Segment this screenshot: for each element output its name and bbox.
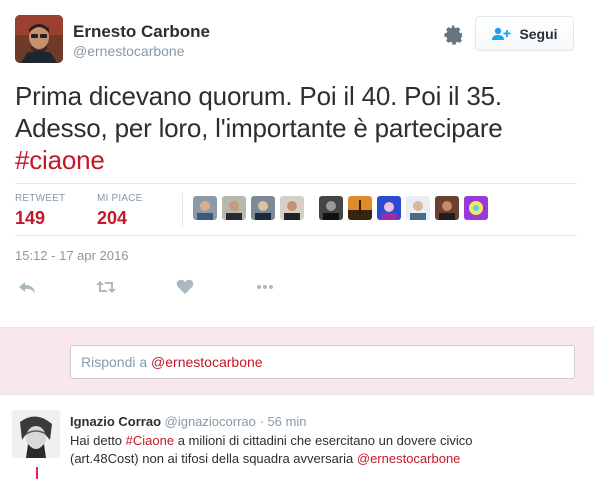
reply-author-name[interactable]: Ignazio Corrao [70,414,161,429]
reply-text-mention[interactable]: @ernestocarbone [357,451,461,466]
liker-avatar[interactable] [251,196,275,220]
reply-text-part3: (art.48Cost) non ai tifosi della squadra… [70,451,357,466]
tweet-main: Ernesto Carbone @ernestocarbone Segui Pr… [0,0,594,327]
stats-divider [182,193,183,226]
liker-avatar[interactable] [319,196,343,220]
follow-button[interactable]: Segui [475,16,574,51]
heart-icon[interactable] [175,277,195,297]
reply-author-handle[interactable]: @ignaziocorrao [165,414,256,429]
tweet-text: Prima dicevano quorum. Poi il 40. Poi il… [15,80,575,176]
liker-avatar[interactable] [464,196,488,220]
likes-label: MI PIACE [97,193,143,204]
author-avatar[interactable] [15,15,63,63]
add-user-icon [491,27,511,41]
tweet-hashtag[interactable]: #ciaone [15,144,575,176]
reply-separator: · [255,414,268,429]
liker-avatar[interactable] [435,196,459,220]
reply-icon[interactable] [17,277,37,297]
reply-text: Hai detto #Ciaone a milioni di cittadini… [70,432,580,468]
tweet-text-line2: Adesso, per loro, l'importante è parteci… [15,113,503,143]
liker-avatar[interactable] [280,196,304,220]
liker-avatars [193,196,488,222]
reply-text-part2: a milioni di cittadini che esercitano un… [174,433,473,448]
reply-avatar[interactable] [12,410,60,458]
thread-line [36,467,38,479]
reply-time[interactable]: 56 min [267,414,306,429]
retweet-icon[interactable] [95,277,116,297]
tweet-timestamp[interactable]: 15:12 - 17 apr 2016 [15,248,128,263]
retweet-count: 149 [15,208,46,228]
tweet-stats: RETWEET 149 MI PIACE 204 [15,183,577,236]
tweet-text-line1: Prima dicevano quorum. Poi il 40. Poi il… [15,81,502,111]
more-icon[interactable] [255,277,275,297]
liker-avatar[interactable] [406,196,430,220]
follow-label: Segui [519,25,558,42]
liker-avatar[interactable] [193,196,217,220]
reply-mention: @ernestocarbone [151,354,263,370]
reply-prefix: Rispondi a [81,354,152,370]
reply-tweet[interactable]: Ignazio Corrao @ignaziocorrao · 56 min H… [0,396,594,481]
reply-header: Ignazio Corrao @ignaziocorrao · 56 min [70,413,306,431]
reply-hashtag[interactable]: #Ciaone [126,433,174,448]
gear-icon[interactable] [444,25,464,45]
liker-avatar[interactable] [377,196,401,220]
likes-count: 204 [97,208,128,228]
retweet-stat[interactable]: RETWEET 149 [15,193,65,229]
likes-stat[interactable]: MI PIACE 204 [97,193,143,229]
reply-composer-area: Rispondi a @ernestocarbone [0,327,594,395]
reply-input[interactable]: Rispondi a @ernestocarbone [70,345,575,379]
author-block: Ernesto Carbone @ernestocarbone [73,22,210,60]
author-handle[interactable]: @ernestocarbone [73,42,210,60]
liker-avatar[interactable] [348,196,372,220]
reply-text-part1: Hai detto [70,433,126,448]
author-name[interactable]: Ernesto Carbone [73,22,210,42]
retweet-label: RETWEET [15,193,66,204]
liker-avatar[interactable] [222,196,246,220]
